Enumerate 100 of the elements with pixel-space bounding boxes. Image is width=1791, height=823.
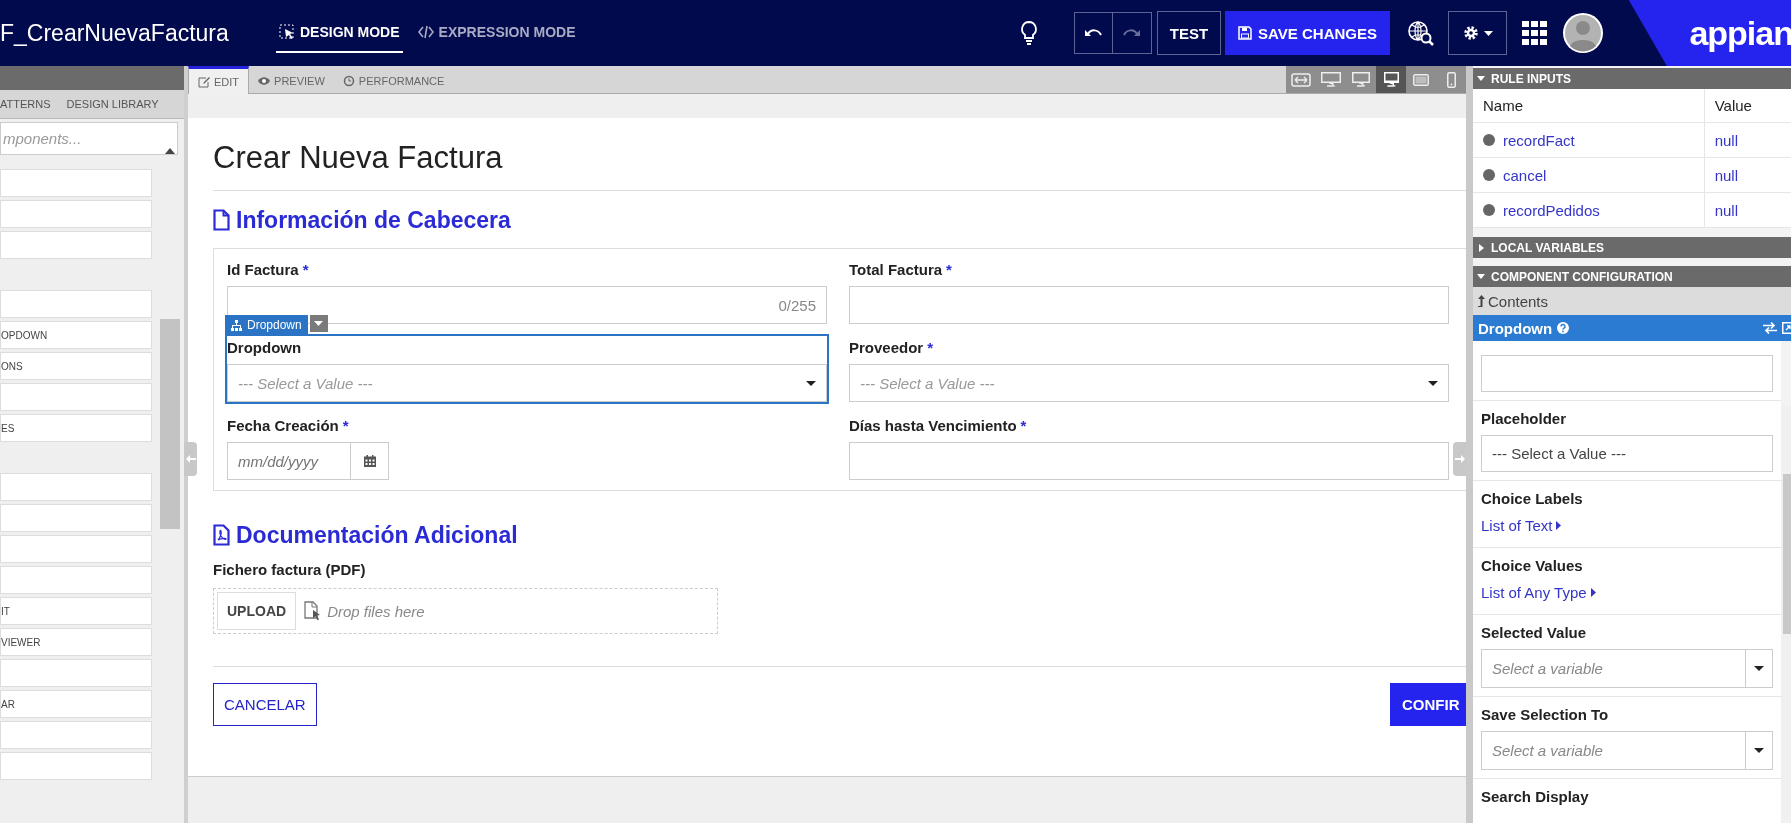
mode-tab[interactable]: EXPRESSION MODE (414, 13, 579, 53)
component-name: Dropdown (1478, 319, 1553, 337)
required-mark: * (1020, 416, 1027, 434)
column-header: Name (1473, 89, 1705, 123)
property-label: Choice Labels (1481, 489, 1584, 509)
component-tag[interactable]: Dropdown (225, 315, 308, 335)
collapse-handle[interactable] (184, 442, 197, 476)
monitor-icon (1321, 72, 1341, 87)
upload-button[interactable]: UPLOAD (217, 592, 297, 630)
panel-header[interactable]: COMPONENT CONFIGURATION (1473, 266, 1791, 287)
avatar-icon[interactable] (1563, 13, 1603, 53)
rule-input-value[interactable]: null (1704, 122, 1791, 158)
editor-tab[interactable]: PERFORMANCE (333, 66, 454, 93)
palette-tab[interactable]: ATTERNS (0, 98, 51, 110)
property-label: Selected Value (1481, 623, 1588, 643)
component-search-field[interactable]: mponents... (0, 122, 178, 155)
component-item[interactable]: AR (0, 690, 152, 718)
collapse-handle[interactable] (1453, 442, 1466, 476)
date-field[interactable]: mm/dd/yyyy (227, 442, 351, 480)
section-title: Información de Cabecera (236, 206, 511, 234)
caret-right-icon (1590, 587, 1596, 597)
component-item[interactable]: ONS (0, 352, 152, 380)
device-button[interactable] (1376, 66, 1406, 93)
component-item[interactable]: IT (0, 597, 152, 625)
panel-header[interactable]: LOCAL VARIABLES (1473, 237, 1791, 258)
breadcrumb-link[interactable]: Contents (1473, 287, 1791, 315)
caret-right-icon (1556, 520, 1562, 530)
component-item[interactable]: OPDOWN (0, 321, 152, 349)
globe-search-icon[interactable] (1407, 20, 1435, 46)
column-header: Value (1704, 89, 1791, 123)
rule-input-value[interactable]: null (1704, 192, 1791, 228)
settings-icon (1462, 25, 1479, 41)
scroll-up-icon (165, 148, 175, 154)
input-field[interactable]: --- Select a Value --- (1481, 435, 1773, 472)
rule-input-name[interactable]: recordPedidos (1503, 201, 1600, 219)
caret-icon (1483, 30, 1493, 36)
required-mark: * (342, 416, 349, 434)
swap-icon[interactable] (1763, 322, 1777, 334)
calendar-icon (363, 455, 376, 467)
type-link[interactable]: List of Any Type (1481, 583, 1587, 601)
property-label: Search Display (1481, 787, 1590, 807)
test-button[interactable]: TEST (1156, 11, 1222, 55)
save-changes-button[interactable]: SAVE CHANGES (1225, 11, 1390, 55)
edit-icon (198, 75, 210, 88)
text-field[interactable] (849, 286, 1449, 324)
status-dot (1483, 134, 1495, 146)
design-mode-icon (279, 24, 295, 40)
expand-icon[interactable] (1782, 322, 1791, 334)
editor-tab[interactable]: EDIT (188, 66, 250, 94)
redo-icon (1122, 27, 1141, 39)
app-grid-icon[interactable] (1522, 21, 1548, 45)
confirm-button[interactable]: CONFIR (1390, 683, 1466, 726)
form-title: Crear Nueva Factura (213, 139, 504, 174)
tag-menu-button[interactable] (309, 315, 328, 332)
eye-icon (258, 75, 271, 87)
undo-button[interactable] (1073, 12, 1113, 54)
document-icon (213, 209, 230, 231)
character-counter: 0/255 (778, 296, 816, 314)
property-label: Save Selection To (1481, 705, 1610, 725)
component-item[interactable]: VIEWER (0, 628, 152, 656)
save-icon (1238, 26, 1253, 40)
rule-input-value[interactable]: null (1704, 157, 1791, 193)
expanded-icon (1477, 272, 1485, 281)
panel-header[interactable]: RULE INPUTS (1473, 68, 1791, 89)
field-label: Total Factura (849, 260, 943, 278)
settings-button[interactable] (1448, 11, 1507, 55)
file-drop-zone[interactable]: UPLOAD Drop files here (213, 588, 718, 634)
property-label: Placeholder (1481, 409, 1568, 429)
cancel-button[interactable]: CANCELAR (213, 683, 317, 726)
caret-icon (314, 321, 324, 326)
tablet-icon (1413, 73, 1429, 86)
field-label: Fichero factura (PDF) (213, 560, 367, 580)
drop-hint: Drop files here (327, 602, 425, 620)
property-label: Choice Values (1481, 556, 1584, 576)
code-icon (417, 24, 434, 40)
component-item[interactable]: ES (0, 414, 152, 442)
text-field[interactable] (849, 442, 1449, 480)
rule-input-name[interactable]: recordFact (1503, 131, 1575, 149)
type-link[interactable]: List of Text (1481, 516, 1553, 534)
required-mark: * (927, 338, 934, 356)
phone-icon (1446, 71, 1456, 88)
expanded-icon (1477, 74, 1485, 83)
calendar-button[interactable] (351, 442, 389, 480)
palette-tab[interactable]: DESIGN LIBRARY (66, 98, 159, 110)
variable-select[interactable]: Select a variable (1481, 731, 1773, 770)
input-field[interactable] (1481, 355, 1773, 392)
lightbulb-icon[interactable] (1018, 20, 1039, 46)
field-label: Id Factura (227, 260, 299, 278)
required-mark: * (946, 260, 952, 278)
collapsed-icon (1477, 243, 1485, 252)
up-arrow-icon (1478, 295, 1485, 307)
required-mark: * (302, 260, 309, 278)
field-label: Fecha Creación (227, 416, 339, 434)
monitor-icon (1352, 72, 1370, 87)
rule-input-name[interactable]: cancel (1503, 166, 1547, 184)
caret-icon (1428, 380, 1438, 386)
editor-tab[interactable]: PREVIEW (249, 66, 334, 93)
caret-icon (1754, 748, 1764, 753)
variable-select[interactable]: Select a variable (1481, 649, 1773, 688)
mode-tab[interactable]: DESIGN MODE (276, 13, 403, 53)
